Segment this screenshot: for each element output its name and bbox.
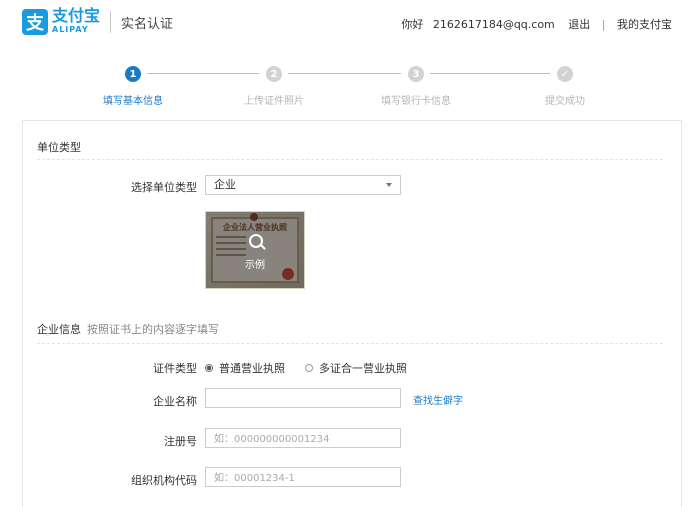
unit-type-label: 选择单位类型 bbox=[131, 181, 197, 194]
step-connector bbox=[288, 73, 401, 74]
step-3-label: 填写银行卡信息 bbox=[381, 96, 451, 107]
step-4-label: 提交成功 bbox=[545, 96, 585, 107]
top-header: 支 支付宝 ALIPAY 实名认证 你好 2162617184@qq.com 退… bbox=[0, 0, 700, 44]
org-code-input[interactable] bbox=[212, 468, 402, 488]
step-connector bbox=[147, 73, 259, 74]
find-rare-characters-link[interactable]: 查找生僻字 bbox=[413, 392, 463, 407]
unit-type-select[interactable]: 企业 bbox=[205, 175, 401, 195]
company-section-header: 企业信息 按照证书上的内容逐字填写 bbox=[37, 321, 219, 337]
alipay-logo[interactable]: 支 支付宝 ALIPAY 实名认证 bbox=[22, 8, 173, 36]
unit-type-section-title: 单位类型 bbox=[37, 141, 81, 154]
sample-label: 示例 bbox=[245, 260, 265, 271]
user-links: 你好 2162617184@qq.com 退出 | 我的支付宝 bbox=[401, 16, 672, 32]
cert-type-label: 证件类型 bbox=[153, 362, 197, 375]
chevron-down-icon bbox=[386, 183, 392, 187]
company-section-hint: 按照证书上的内容逐字填写 bbox=[87, 323, 219, 336]
greeting: 你好 bbox=[401, 18, 424, 31]
my-alipay-link[interactable]: 我的支付宝 bbox=[617, 18, 672, 31]
section-divider bbox=[37, 343, 663, 344]
link-separator: | bbox=[601, 18, 606, 31]
form-panel: 单位类型 选择单位类型 企业 企业法人营业执照 示例 企业信息 按照证书上的内容逐… bbox=[22, 120, 682, 507]
company-section-title: 企业信息 bbox=[37, 323, 81, 336]
logo-divider bbox=[110, 11, 112, 33]
progress-steps: 1 2 3 ✓ 填写基本信息 上传证件照片 填写银行卡信息 提交成功 bbox=[0, 62, 700, 107]
step-4-check-icon: ✓ bbox=[557, 66, 573, 82]
company-name-field[interactable] bbox=[205, 388, 402, 409]
alipay-logo-icon: 支 bbox=[22, 9, 48, 35]
radio-normal-license[interactable] bbox=[205, 364, 213, 372]
license-sample-image[interactable]: 企业法人营业执照 示例 bbox=[205, 211, 305, 289]
radio-normal-license-label[interactable]: 普通营业执照 bbox=[219, 360, 285, 376]
org-code-label: 组织机构代码 bbox=[131, 474, 197, 487]
company-name-label: 企业名称 bbox=[153, 395, 197, 408]
step-3-icon: 3 bbox=[408, 66, 424, 82]
step-connector bbox=[430, 73, 550, 74]
section-divider bbox=[37, 159, 663, 160]
image-overlay bbox=[206, 212, 304, 288]
radio-multi-cert-license-label[interactable]: 多证合一营业执照 bbox=[319, 360, 407, 376]
org-code-field[interactable] bbox=[205, 467, 402, 488]
registration-number-label: 注册号 bbox=[164, 435, 197, 448]
registration-number-field[interactable] bbox=[205, 428, 402, 449]
account-name: 2162617184@qq.com bbox=[432, 18, 555, 31]
step-2-label: 上传证件照片 bbox=[244, 96, 304, 107]
unit-type-value: 企业 bbox=[214, 178, 236, 191]
logout-link[interactable]: 退出 bbox=[568, 18, 590, 31]
company-name-input[interactable] bbox=[212, 389, 402, 409]
radio-multi-cert-license[interactable] bbox=[305, 364, 313, 372]
page-title: 实名认证 bbox=[121, 16, 174, 32]
logo-chinese: 支付宝 bbox=[52, 6, 101, 25]
logo-english: ALIPAY bbox=[52, 25, 89, 34]
registration-number-input[interactable] bbox=[212, 429, 402, 449]
cert-type-radio-group: 普通营业执照 多证合一营业执照 bbox=[205, 360, 407, 376]
step-1-icon: 1 bbox=[125, 66, 141, 82]
step-1-label: 填写基本信息 bbox=[103, 96, 163, 107]
step-2-icon: 2 bbox=[266, 66, 282, 82]
logo-text: 支付宝 ALIPAY bbox=[52, 8, 100, 36]
